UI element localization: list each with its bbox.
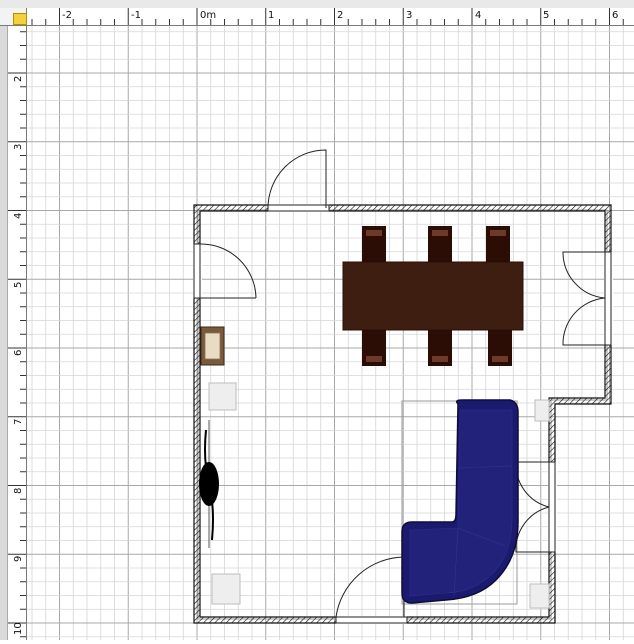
ruler-top-label: 2 (337, 10, 344, 21)
ruler-left-label: 8 (13, 487, 24, 494)
horizontal-ruler[interactable] (0, 8, 634, 26)
ruler-top-label: 5 (543, 10, 550, 21)
dining-table[interactable] (342, 261, 524, 331)
ruler-left-label: 4 (13, 212, 24, 219)
side-table[interactable] (529, 583, 550, 609)
side-table[interactable] (208, 382, 237, 411)
double-door-right[interactable] (562, 251, 612, 346)
ruler-left-label: 6 (13, 349, 24, 356)
side-panel-edge (0, 25, 8, 640)
dining-set[interactable] (342, 226, 524, 366)
folder-icon (13, 13, 27, 25)
ruler-top-label: 0m (200, 10, 217, 21)
ruler-top-label: 3 (406, 10, 413, 21)
ceiling-fan[interactable] (199, 420, 219, 548)
armchair[interactable] (200, 326, 225, 366)
ruler-top-label: -1 (131, 10, 141, 21)
floor-plan-canvas[interactable] (27, 26, 634, 640)
ruler-left-label: 3 (13, 143, 24, 150)
ruler-corner (0, 8, 27, 26)
door-top[interactable] (267, 149, 330, 212)
door-bottom[interactable] (335, 556, 408, 624)
ruler-top-label: 1 (268, 10, 275, 21)
ruler-top-label: -2 (62, 10, 72, 21)
side-table[interactable] (534, 399, 550, 422)
ruler-left-label: 2 (13, 75, 24, 82)
grid (27, 26, 634, 640)
side-table[interactable] (211, 573, 241, 605)
ruler-top-label: 4 (475, 10, 482, 21)
ruler-top-label: 6 (612, 10, 619, 21)
ruler-left-label: 7 (13, 418, 24, 425)
double-door-right-lower[interactable] (515, 461, 556, 553)
ruler-left-label: 9 (13, 555, 24, 562)
ruler-left-label: 5 (13, 281, 24, 288)
ruler-left-label: 10 (13, 622, 24, 635)
horizontal-ruler-ticks (31, 8, 624, 25)
